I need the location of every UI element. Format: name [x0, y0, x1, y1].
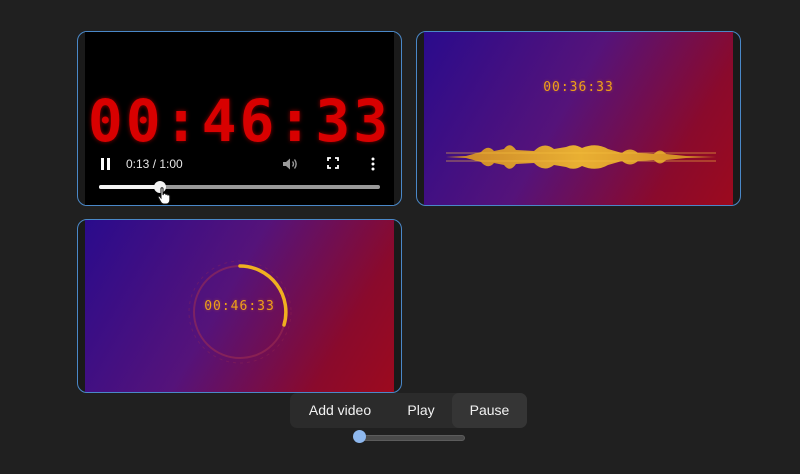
more-options-icon[interactable] [371, 157, 375, 171]
clock-overlay: 00:46:33 [87, 87, 392, 155]
pause-button[interactable]: Pause [452, 393, 527, 428]
slider-thumb[interactable] [353, 430, 367, 443]
time-display: 0:13 / 1:00 [126, 157, 183, 171]
video-player-3[interactable]: 00:46:33 [85, 220, 394, 392]
playback-toolbar: Add video Play Pause [290, 393, 527, 428]
video-tile-2[interactable]: 00:36:33 [416, 31, 741, 206]
clock-overlay: 00:36:33 [543, 80, 614, 95]
seek-bar[interactable] [99, 181, 380, 205]
video-player-1[interactable]: 00:46:33 0:13 / 1:00 [85, 32, 394, 205]
add-video-button[interactable]: Add video [290, 393, 390, 428]
fullscreen-icon[interactable] [327, 157, 339, 169]
clock-overlay: 00:46:33 [204, 299, 275, 314]
video-tile-1[interactable]: 00:46:33 0:13 / 1:00 [77, 31, 402, 206]
volume-icon[interactable] [282, 157, 298, 171]
waveform-graphic [446, 145, 716, 169]
seek-bar-fill [99, 185, 160, 189]
video-player-2[interactable]: 00:36:33 [424, 32, 733, 205]
video-controls: 0:13 / 1:00 [85, 152, 394, 176]
slider-track[interactable] [355, 435, 465, 441]
pause-icon[interactable] [101, 158, 111, 170]
range-slider[interactable] [353, 430, 465, 443]
video-tile-3[interactable]: 00:46:33 [77, 219, 402, 393]
play-button[interactable]: Play [390, 393, 452, 428]
hand-cursor-icon [157, 187, 171, 205]
